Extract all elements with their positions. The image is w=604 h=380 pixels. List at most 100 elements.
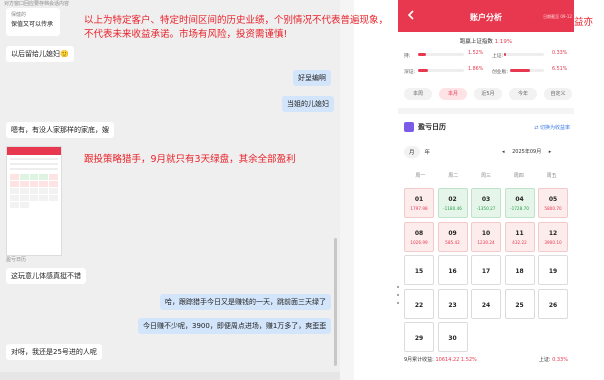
index-value: 0.33% xyxy=(552,357,568,363)
tab-this-week[interactable]: 本周 xyxy=(404,88,432,100)
disclaimer-overflow: 益亦 xyxy=(574,17,594,28)
stat-label: 持: xyxy=(404,54,411,59)
calendar-day-number: 04 xyxy=(515,196,524,203)
calendar-day-cell[interactable]: 04 -1728.70 xyxy=(504,188,535,218)
header-date: 日期截至 09-12 xyxy=(543,14,572,19)
calendar-day-number: 29 xyxy=(414,335,424,342)
calendar-day-number: 12 xyxy=(548,229,558,237)
benchmark-label: 跑赢上证指数 xyxy=(459,39,493,45)
disclaimer-line-2: 不代表未来收益承诺。市场有风险，投资需谨慎! xyxy=(84,29,288,40)
calendar-day-cell[interactable]: 25 xyxy=(504,288,535,319)
switch-to-return-rate-link[interactable]: ⇄ 切换为收益率 xyxy=(534,124,570,131)
current-month: 2025年09月 xyxy=(512,149,542,155)
benchmark-value: 1.19% xyxy=(494,39,513,45)
calendar-day-cell[interactable]: 26 xyxy=(538,288,568,319)
prev-month-icon[interactable]: ◂ xyxy=(502,149,505,155)
calendar-day-cell[interactable]: 16 xyxy=(437,255,468,285)
disclaimer-line-1: 以上为特定客户、特定时间区间的历史业绩，个别情况不代表普遍现象， xyxy=(84,15,389,26)
chat-message[interactable]: 今日赚不少呢，3900，即便周点进场，赚1万多了，爽歪歪 xyxy=(138,318,332,334)
quote-author: 保健的 xyxy=(11,12,27,18)
calendar-screenshot-thumbnail[interactable] xyxy=(6,146,62,256)
chat-scrollbar[interactable] xyxy=(334,238,337,366)
weekday-label: 周五 xyxy=(546,173,557,179)
benchmark-summary: 跑赢上证指数 1.19% xyxy=(398,37,574,45)
calendar-day-cell[interactable]: 05 5800.70 xyxy=(538,188,568,218)
stat-fill xyxy=(418,69,429,72)
calendar-day-cell[interactable]: 09 585.42 xyxy=(437,221,468,252)
stat-label: 上证: xyxy=(492,54,504,59)
chat-message[interactable]: 这玩意儿体感真挺不错 xyxy=(6,268,86,284)
tab-custom[interactable]: 自定义 xyxy=(544,88,572,100)
chat-message[interactable]: 哈，跟踪猎手今日又是赚钱的一天，跳前面三天绿了 xyxy=(160,294,331,310)
chat-message[interactable]: 好呈编啊 xyxy=(293,70,331,86)
calendar-day-pnl: 432.22 xyxy=(512,239,527,245)
chat-message[interactable]: 对呀，我还是25号进的人呢 xyxy=(6,344,102,360)
chat-input-area[interactable] xyxy=(0,372,340,380)
calendar-day-number: 02 xyxy=(448,196,457,203)
stat-fill xyxy=(510,69,531,72)
calendar-day-cell[interactable]: 10 1230.24 xyxy=(471,221,501,252)
mode-year[interactable]: 年 xyxy=(420,146,436,158)
calendar-day-cell[interactable]: 11 432.22 xyxy=(504,221,535,252)
calendar-day-number: 11 xyxy=(515,229,524,237)
calendar-day-number: 09 xyxy=(448,229,457,237)
monthly-total-pct: 1.52% xyxy=(460,357,477,363)
calendar-day-cell[interactable]: 15 xyxy=(404,255,434,285)
calendar-day-cell[interactable]: 22 xyxy=(404,288,434,319)
calendar-day-cell[interactable]: 24 xyxy=(471,288,501,319)
calendar-title: 盈亏日历 xyxy=(404,120,446,134)
pane-divider[interactable] xyxy=(340,0,354,380)
calendar-day-cell[interactable]: 08 1026.99 xyxy=(404,221,434,252)
calendar-day-pnl: -1728.70 xyxy=(510,206,529,211)
quoted-message[interactable]: 保健的 保值又可以传承 xyxy=(6,8,60,36)
monthly-total-label: 9月累计收益: xyxy=(404,357,434,363)
stat-row: 持: 1.52% 上证: 0.33% xyxy=(404,50,572,60)
monthly-total-value: 10614.22 xyxy=(435,357,460,363)
right-margin xyxy=(574,0,604,380)
calendar-day-cell[interactable]: 23 xyxy=(437,288,468,319)
next-month-icon[interactable]: ▸ xyxy=(549,149,552,155)
tab-this-year[interactable]: 今年 xyxy=(509,88,537,100)
stat-row: 深证: 1.86% 创业板: 6.51% xyxy=(404,66,572,76)
tab-this-month[interactable]: 本月 xyxy=(439,88,467,100)
calendar-day-cell[interactable]: 02 -1180.46 xyxy=(437,188,468,218)
calendar-day-number: 30 xyxy=(448,335,457,342)
calendar-day-pnl: 3900.10 xyxy=(544,239,562,245)
calendar-day-number: 19 xyxy=(548,268,558,275)
account-analysis-screen: 账户分析 日期截至 09-12 跑赢上证指数 1.19% 持: 1.52% 上证… xyxy=(398,0,574,380)
calendar-day-number: 03 xyxy=(481,196,491,203)
mode-month[interactable]: 月 xyxy=(404,146,420,158)
tab-last-5-months[interactable]: 近5月 xyxy=(474,88,502,100)
app-header: 账户分析 日期截至 09-12 xyxy=(398,0,574,32)
calendar-day-cell[interactable]: 03 -1350.27 xyxy=(471,188,501,218)
stat-bar xyxy=(504,53,544,56)
stat-bar xyxy=(510,69,544,72)
month-navigator: ◂ 2025年09月 ▸ xyxy=(502,148,551,155)
strategy-note: 跟投策略猎手，9月就只有3天绿盘，其余全部盈利 xyxy=(84,154,296,165)
calendar-day-pnl: -1350.27 xyxy=(476,206,496,211)
chat-hint: 对方窗口回应要存档会话内容 xyxy=(4,1,70,7)
calendar-day-pnl: 585.42 xyxy=(445,239,460,245)
chat-panel: 对方窗口回应要存档会话内容 保健的 保值又可以传承 以后留给儿媳妇🙂 好呈编啊 … xyxy=(0,0,340,380)
calendar-day-cell[interactable]: 29 xyxy=(404,322,434,352)
calendar-day-cell[interactable]: 01 1797.98 xyxy=(404,188,434,218)
index-compare: 上证: 0.33% xyxy=(539,356,568,363)
drag-handle-icon[interactable] xyxy=(396,286,400,304)
stat-label: 创业板: xyxy=(492,70,509,75)
chat-message[interactable]: 以后留给儿媳妇🙂 xyxy=(6,46,74,62)
calendar-day-number: 17 xyxy=(481,268,491,275)
chat-message[interactable]: 嗯有，有没人家那样的家底，嫂 xyxy=(6,122,114,138)
calendar-day-pnl: 1026.99 xyxy=(410,239,428,245)
thumbnail-header xyxy=(7,147,61,155)
calendar-day-cell[interactable]: 30 xyxy=(437,322,468,352)
chat-message[interactable]: 当姐的儿媳妇 xyxy=(282,96,334,112)
calendar-day-cell[interactable]: 18 xyxy=(504,255,535,285)
stat-value: 1.86% xyxy=(468,67,484,72)
calendar-day-cell[interactable]: 12 3900.10 xyxy=(538,221,568,252)
calendar-day-cell[interactable]: 17 xyxy=(471,255,501,285)
calendar-day-number: 24 xyxy=(481,301,491,309)
calendar-day-cell[interactable]: 19 xyxy=(538,255,568,285)
calendar-day-number: 16 xyxy=(448,268,457,275)
stat-fill xyxy=(504,53,506,56)
calendar-day-number: 18 xyxy=(515,268,524,275)
